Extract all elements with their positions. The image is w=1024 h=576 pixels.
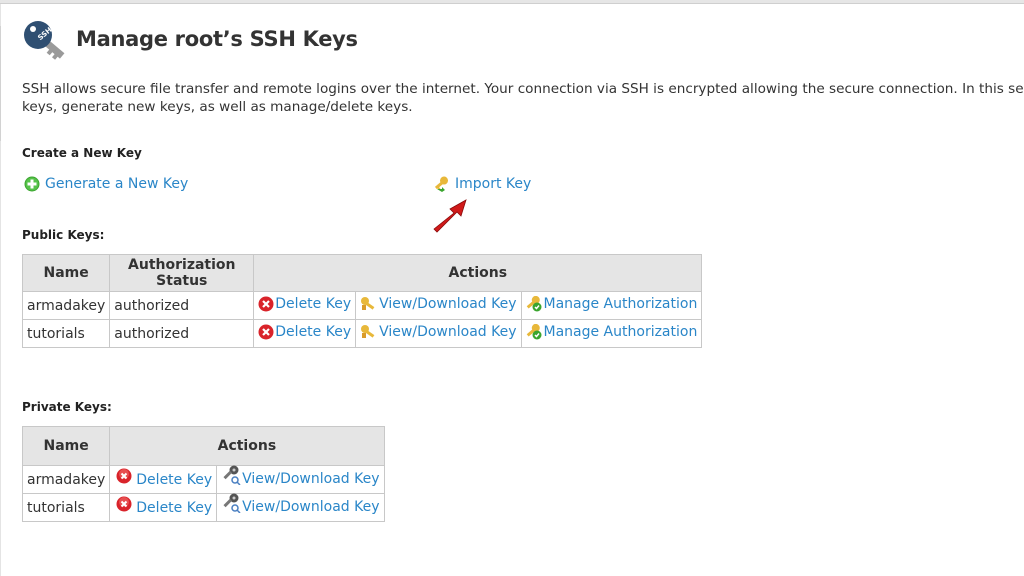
import-key-link[interactable]: Import Key — [434, 176, 531, 192]
delete-key-label: Delete Key — [136, 499, 213, 516]
view-download-key-label: View/Download Key — [379, 295, 517, 312]
view-download-key-link[interactable]: View/Download Key — [221, 465, 380, 487]
delete-key-link[interactable]: Delete Key — [258, 324, 351, 340]
import-key-icon — [434, 176, 449, 192]
view-download-key-link[interactable]: View/Download Key — [221, 493, 380, 515]
column-header-actions: Actions — [109, 426, 385, 466]
delete-key-link[interactable]: Delete Key — [258, 296, 351, 312]
inspect-key-icon — [223, 493, 241, 513]
delete-key-label: Delete Key — [136, 471, 213, 488]
key-name: tutorials — [21, 493, 111, 522]
delete-key-link[interactable]: Delete Key — [116, 496, 213, 516]
delete-key-label: Delete Key — [275, 295, 352, 312]
manage-authorization-link[interactable]: Manage Authorization — [526, 295, 698, 312]
red-arrow-annotation — [433, 199, 467, 233]
import-key-label: Import Key — [455, 176, 532, 192]
generate-key-label: Generate a New Key — [45, 176, 189, 192]
table-row: tutorials Delete Key View/Download Key — [21, 493, 385, 522]
authorize-key-icon — [526, 323, 541, 339]
view-download-key-link[interactable]: View/Download Key — [360, 323, 517, 340]
manage-authorization-link[interactable]: Manage Authorization — [526, 323, 698, 340]
description-line-2: keys, generate new keys, as well as mana… — [22, 99, 413, 115]
delete-x-icon — [258, 324, 274, 339]
table-row: armadakey Delete Key View/Download Key — [21, 465, 385, 494]
inspect-key-icon — [223, 465, 241, 485]
delete-x-icon — [116, 468, 132, 483]
private-keys-table: Name Actions armadakey Delete Key View/D… — [21, 426, 385, 522]
column-header-name: Name — [21, 426, 111, 466]
delete-x-icon — [258, 296, 274, 311]
manage-authorization-label: Manage Authorization — [543, 295, 698, 312]
authorization-status: authorized — [109, 291, 255, 320]
private-keys-heading: Private Keys: — [22, 400, 112, 414]
generate-key-link[interactable]: Generate a New Key — [24, 176, 188, 192]
table-row: tutorials authorized Delete Key View/Dow… — [21, 319, 703, 348]
column-header-actions: Actions — [253, 254, 703, 292]
key-name: armadakey — [21, 465, 111, 494]
description-line-1: SSH allows secure file transfer and remo… — [22, 81, 1024, 97]
view-download-key-label: View/Download Key — [242, 498, 380, 515]
top-bar — [0, 0, 1024, 4]
table-row: armadakey authorized Delete Key View/Dow… — [21, 291, 703, 320]
plus-circle-icon — [24, 176, 40, 192]
page-description: SSH allows secure file transfer and remo… — [22, 80, 1024, 116]
delete-x-icon — [116, 496, 132, 511]
delete-key-label: Delete Key — [275, 323, 352, 340]
view-download-key-label: View/Download Key — [379, 323, 517, 340]
authorization-status: authorized — [109, 319, 255, 348]
view-download-key-link[interactable]: View/Download Key — [360, 295, 517, 312]
ssh-key-icon: SSH — [24, 21, 65, 60]
column-header-authorization-status: Authorization Status — [109, 254, 255, 292]
view-download-key-label: View/Download Key — [242, 470, 380, 487]
key-name: tutorials — [21, 319, 111, 348]
key-name: armadakey — [21, 291, 111, 320]
public-keys-table: Name Authorization Status Actions armada… — [21, 254, 703, 348]
create-key-heading: Create a New Key — [22, 146, 142, 160]
authorize-key-icon — [526, 295, 541, 311]
view-key-icon — [361, 324, 375, 338]
public-keys-heading: Public Keys: — [22, 228, 105, 242]
manage-authorization-label: Manage Authorization — [543, 323, 698, 340]
left-border-accent — [0, 26, 3, 141]
delete-key-link[interactable]: Delete Key — [116, 468, 213, 488]
view-key-icon — [361, 296, 375, 310]
page-title: Manage root’s SSH Keys — [76, 27, 358, 51]
column-header-name: Name — [21, 254, 111, 292]
